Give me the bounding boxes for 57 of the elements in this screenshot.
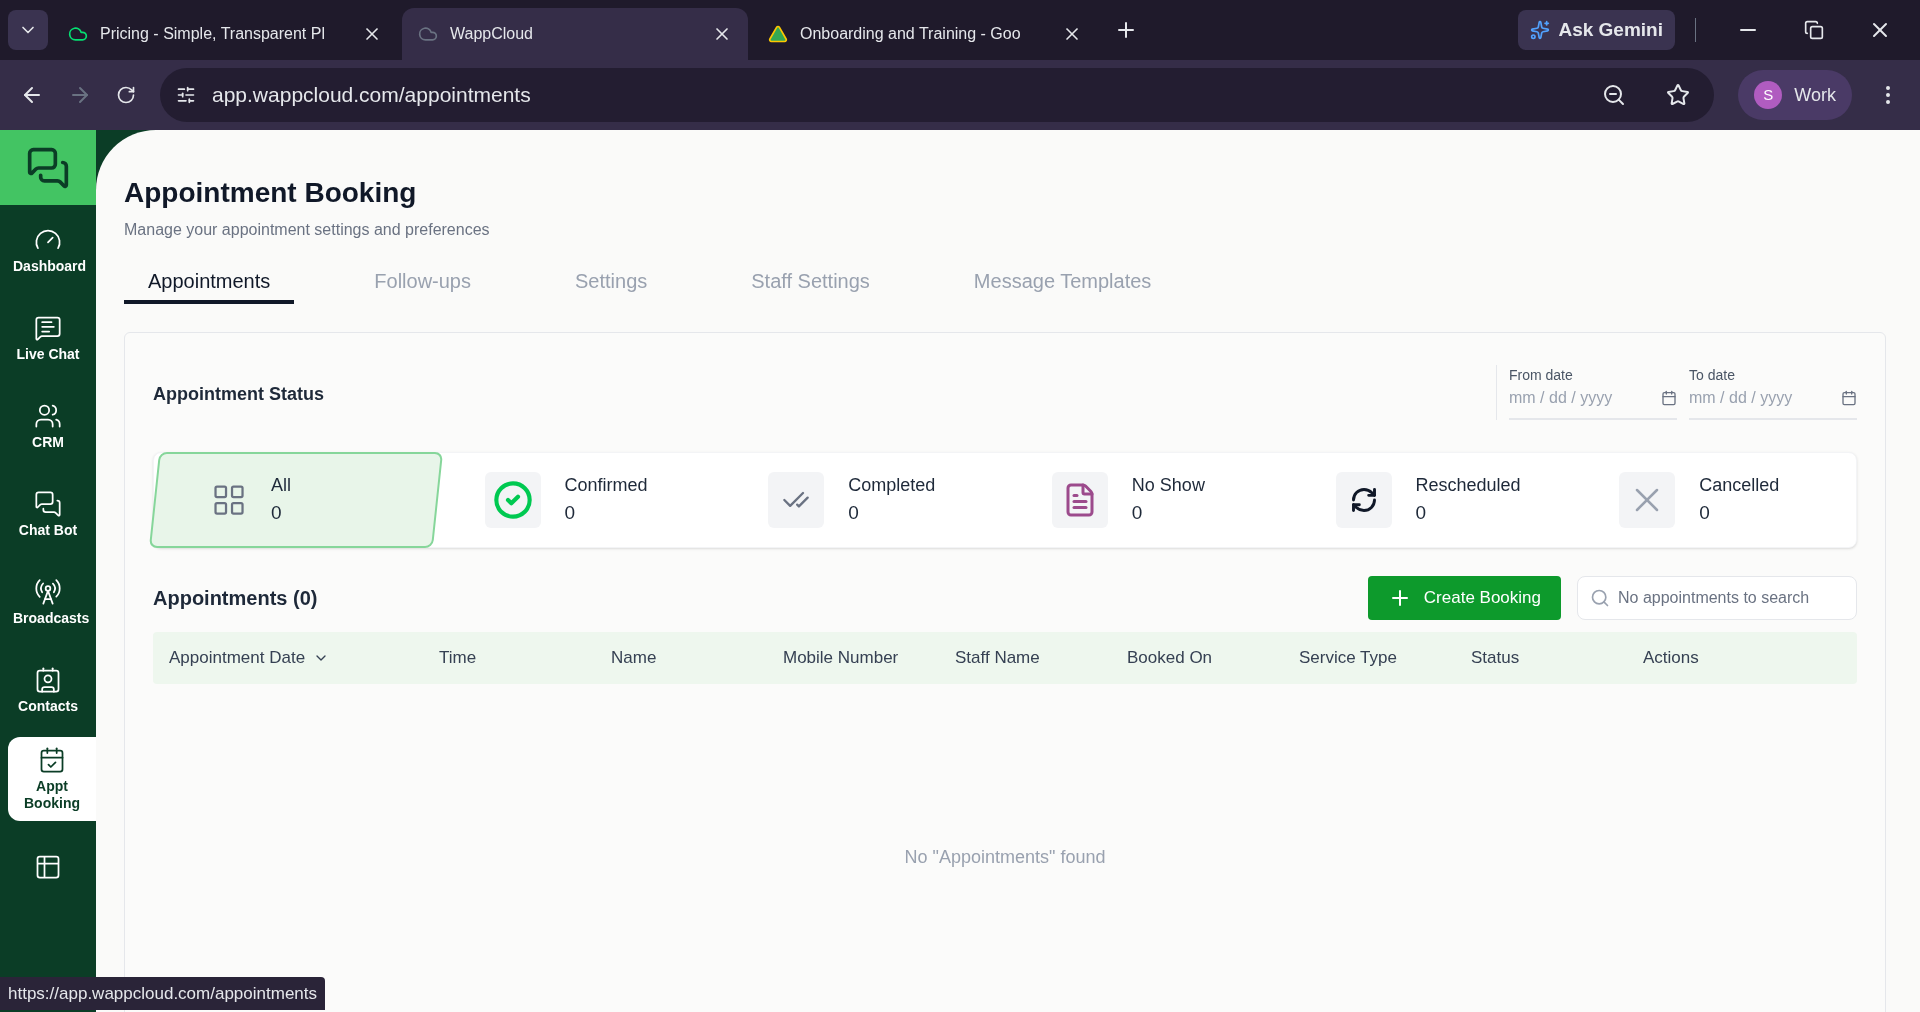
status-count: 0 xyxy=(1699,501,1711,526)
sidebar-item[interactable]: Chat Bot xyxy=(0,473,96,557)
date-input[interactable]: mm / dd / yyyy xyxy=(1689,386,1819,410)
appointments-heading: Appointments (0) xyxy=(153,586,318,611)
status-count: 0 xyxy=(1415,501,1428,526)
address-bar[interactable]: app.wappcloud.com/appointments xyxy=(160,68,1715,122)
link-status-tooltip: https://app.wappcloud.com/appointments xyxy=(0,976,326,1010)
status-label: All xyxy=(270,474,292,498)
date-label: From date xyxy=(1509,366,1574,385)
status-label: Completed xyxy=(848,474,937,498)
gemini-button[interactable]: Ask Gemini xyxy=(1518,10,1675,50)
browser-tab[interactable]: Onboarding and Training - Goo xyxy=(752,8,1098,60)
sidebar-item[interactable]: Appt Booking xyxy=(8,737,96,821)
status-card[interactable]: No Show 0 xyxy=(1005,452,1289,548)
browser-tab[interactable]: WappCloud xyxy=(402,8,748,60)
section-title: Appointment Status xyxy=(153,383,324,406)
status-label: No Show xyxy=(1131,474,1206,498)
browser-tab[interactable]: Pricing - Simple, Transparent Pl xyxy=(52,8,398,60)
tab-title: WappCloud xyxy=(450,24,534,44)
tab-title: Onboarding and Training - Goo xyxy=(800,24,1022,44)
create-booking-button[interactable]: Create Booking xyxy=(1367,576,1561,620)
profile-button[interactable]: S Work xyxy=(1738,70,1852,120)
status-card[interactable]: All 0 xyxy=(148,452,443,548)
status-count: 0 xyxy=(270,501,283,526)
status-count: 0 xyxy=(848,501,860,526)
column-header: Status xyxy=(1471,647,1520,670)
page-tab[interactable]: Appointments xyxy=(124,266,295,304)
column-header: Time xyxy=(439,647,477,670)
empty-message: No "Appointments" found xyxy=(904,846,1106,869)
status-count: 0 xyxy=(1131,501,1144,526)
column-header: Staff Name xyxy=(955,647,1040,670)
search-field[interactable]: No appointments to search xyxy=(1577,576,1857,620)
page-title: Appointment Booking xyxy=(124,176,418,210)
sidebar-item[interactable]: Contacts xyxy=(0,649,96,733)
date-label: To date xyxy=(1689,366,1736,385)
status-label: Rescheduled xyxy=(1415,474,1522,498)
sidebar-item[interactable]: Dashboard xyxy=(0,209,96,293)
status-card[interactable]: Completed 0 xyxy=(721,452,1005,548)
column-header: Actions xyxy=(1643,647,1699,670)
sidebar-item[interactable]: Broadcasts xyxy=(0,561,96,645)
column-header[interactable]: Appointment Date xyxy=(169,645,306,671)
status-label: Cancelled xyxy=(1699,474,1781,498)
column-header: Mobile Number xyxy=(783,647,899,670)
url-text: app.wappcloud.com/appointments xyxy=(212,82,532,109)
sidebar-item[interactable]: Live Chat xyxy=(0,297,96,381)
status-label: Confirmed xyxy=(564,474,649,498)
status-card[interactable]: Cancelled 0 xyxy=(1572,452,1857,548)
tab-title: Pricing - Simple, Transparent Pl xyxy=(100,24,326,44)
status-card[interactable]: Rescheduled 0 xyxy=(1288,452,1573,548)
search-input[interactable]: No appointments to search xyxy=(1618,586,1844,610)
page-subtitle: Manage your appointment settings and preferences xyxy=(124,220,491,240)
status-count: 0 xyxy=(564,501,577,526)
column-header: Name xyxy=(611,647,657,670)
date-input[interactable]: mm / dd / yyyy xyxy=(1509,386,1639,410)
column-header: Booked On xyxy=(1127,647,1213,670)
sidebar-item[interactable]: CRM xyxy=(0,385,96,469)
column-header: Service Type xyxy=(1299,647,1397,670)
